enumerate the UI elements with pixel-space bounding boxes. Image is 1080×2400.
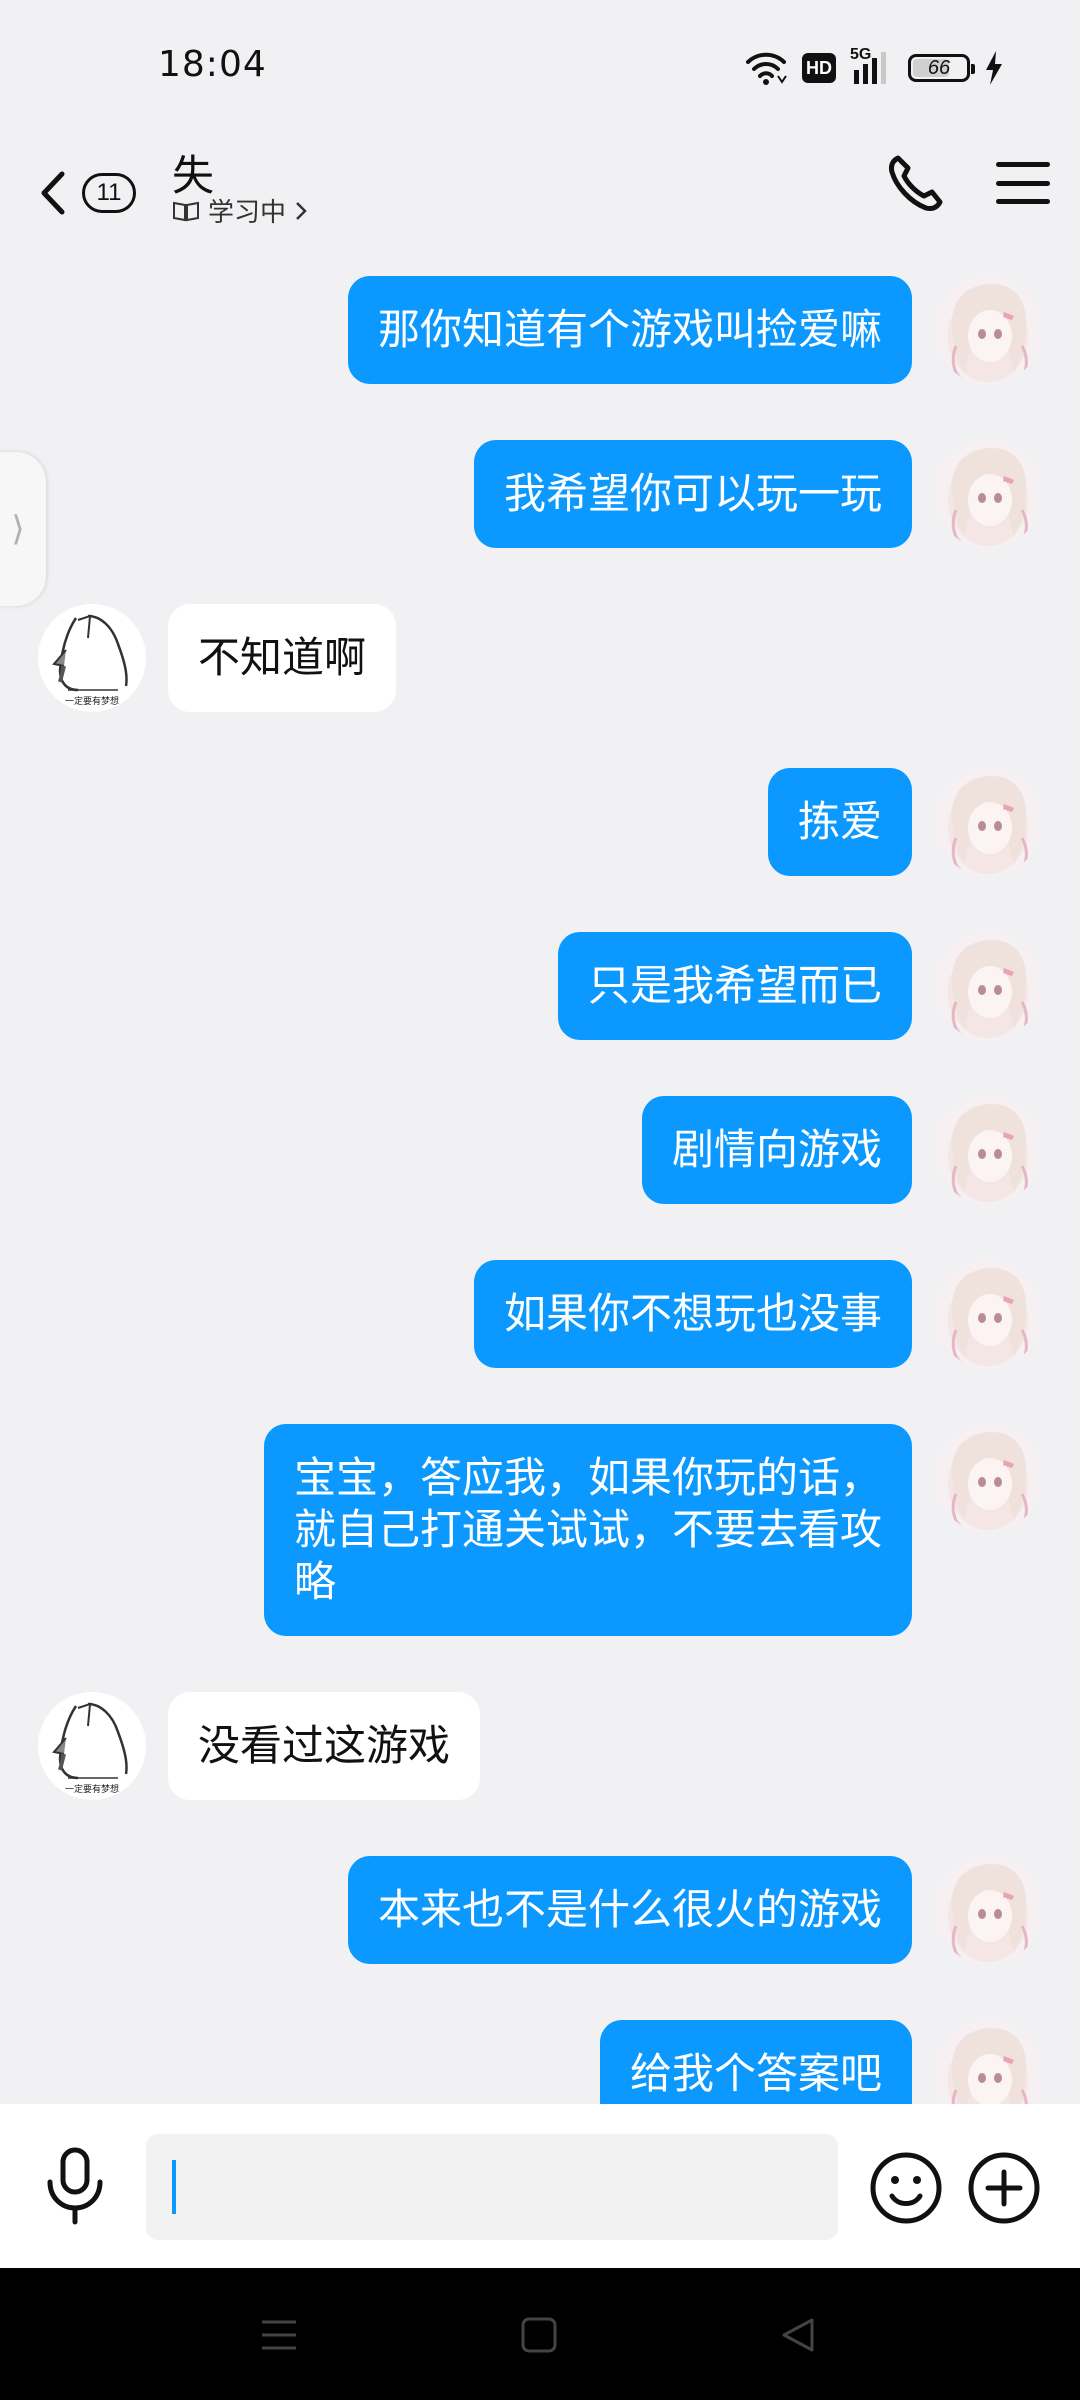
more-actions-button[interactable]	[966, 2150, 1042, 2226]
message-row-sent: 本来也不是什么很火的游戏	[0, 1856, 1080, 1964]
system-back-button[interactable]	[774, 2310, 824, 2360]
message-row-sent: 给我个答案吧	[0, 2020, 1080, 2104]
phone-icon	[889, 155, 943, 211]
recent-apps-button[interactable]	[254, 2310, 304, 2360]
message-row-sent: 我希望你可以玩一玩	[0, 440, 1080, 548]
battery-indicator: 66	[908, 54, 975, 82]
message-bubble[interactable]: 本来也不是什么很火的游戏	[347, 1856, 912, 1964]
back-triangle-icon	[782, 2318, 814, 2352]
message-row-sent: 只是我希望而已	[0, 932, 1080, 1040]
back-arrow-icon	[41, 171, 65, 215]
emoji-icon	[870, 2152, 942, 2224]
menu-button[interactable]	[996, 156, 1050, 210]
self-avatar[interactable]	[934, 2020, 1042, 2104]
menu-icon-line	[996, 180, 1050, 186]
message-bubble[interactable]: 拣爱	[767, 768, 912, 876]
recent-apps-icon	[262, 2320, 296, 2350]
system-nav-bar	[0, 2268, 1080, 2400]
message-bubble[interactable]: 如果你不想玩也没事	[473, 1260, 912, 1368]
message-bubble[interactable]: 我希望你可以玩一玩	[473, 440, 912, 548]
self-avatar[interactable]	[934, 1424, 1042, 1532]
self-avatar[interactable]	[934, 1260, 1042, 1368]
svg-text:一定要有梦想: 一定要有梦想	[65, 1783, 119, 1795]
status-bar: 18:04 HD 5G 66	[0, 0, 1080, 130]
self-avatar[interactable]	[934, 932, 1042, 1040]
emoji-button[interactable]	[868, 2150, 944, 2226]
hd-badge: HD	[802, 53, 836, 83]
message-bubble[interactable]: 不知道啊	[168, 604, 397, 712]
message-row-sent: 宝宝，答应我，如果你玩的话， 就自己打通关试试，不要去看攻 略	[0, 1424, 1080, 1636]
status-time: 18:04	[158, 44, 267, 85]
text-cursor	[172, 2160, 176, 2214]
self-avatar[interactable]	[934, 276, 1042, 384]
self-avatar[interactable]	[934, 1856, 1042, 1964]
chat-header: 11 失 学习中	[0, 130, 1080, 260]
message-bubble[interactable]: 那你知道有个游戏叫捡爱嘛	[347, 276, 912, 384]
message-bubble[interactable]: 没看过这游戏	[168, 1692, 481, 1800]
message-row-sent: 那你知道有个游戏叫捡爱嘛	[0, 276, 1080, 384]
battery-percent: 66	[927, 56, 951, 79]
message-list[interactable]: 那你知道有个游戏叫捡爱嘛 我希望你可以玩一玩 一定要有梦想 不知道啊 拣爱 只是…	[0, 262, 1080, 2104]
contact-avatar[interactable]: 一定要有梦想	[38, 1692, 146, 1800]
message-bubble[interactable]: 只是我希望而已	[557, 932, 912, 1040]
message-row-received: 一定要有梦想 没看过这游戏	[0, 1692, 1080, 1800]
contact-status[interactable]: 学习中	[172, 192, 308, 229]
signal-indicator: 5G	[850, 46, 894, 86]
plus-icon	[968, 2152, 1040, 2224]
status-icons: HD 5G 66	[744, 46, 1004, 90]
menu-icon-line	[996, 199, 1050, 204]
unread-count-badge: 11	[82, 173, 136, 213]
charging-icon	[986, 51, 1002, 85]
message-input[interactable]	[146, 2134, 838, 2240]
back-button[interactable]: 11	[36, 158, 156, 228]
home-button[interactable]	[514, 2310, 564, 2360]
microphone-icon	[47, 2147, 103, 2225]
contact-status-label: 学习中	[208, 198, 287, 228]
self-avatar[interactable]	[934, 440, 1042, 548]
voice-input-button[interactable]	[40, 2146, 110, 2226]
message-bubble[interactable]: 剧情向游戏	[641, 1096, 912, 1204]
svg-text:一定要有梦想: 一定要有梦想	[65, 695, 119, 707]
message-row-sent: 如果你不想玩也没事	[0, 1260, 1080, 1368]
message-row-sent: 拣爱	[0, 768, 1080, 876]
wifi-icon	[746, 52, 787, 85]
self-avatar[interactable]	[934, 768, 1042, 876]
message-bubble[interactable]: 宝宝，答应我，如果你玩的话， 就自己打通关试试，不要去看攻 略	[263, 1424, 912, 1636]
home-icon	[521, 2317, 557, 2353]
voice-call-button[interactable]	[884, 152, 948, 216]
message-row-sent: 剧情向游戏	[0, 1096, 1080, 1204]
book-icon	[173, 201, 199, 221]
contact-avatar[interactable]: 一定要有梦想	[38, 604, 146, 712]
menu-icon-line	[996, 162, 1050, 167]
self-avatar[interactable]	[934, 1096, 1042, 1204]
input-bar	[0, 2104, 1080, 2268]
chevron-right-icon	[296, 201, 307, 220]
message-bubble[interactable]: 给我个答案吧	[599, 2020, 912, 2104]
signal-icon	[854, 52, 886, 84]
message-row-received: 一定要有梦想 不知道啊	[0, 604, 1080, 712]
